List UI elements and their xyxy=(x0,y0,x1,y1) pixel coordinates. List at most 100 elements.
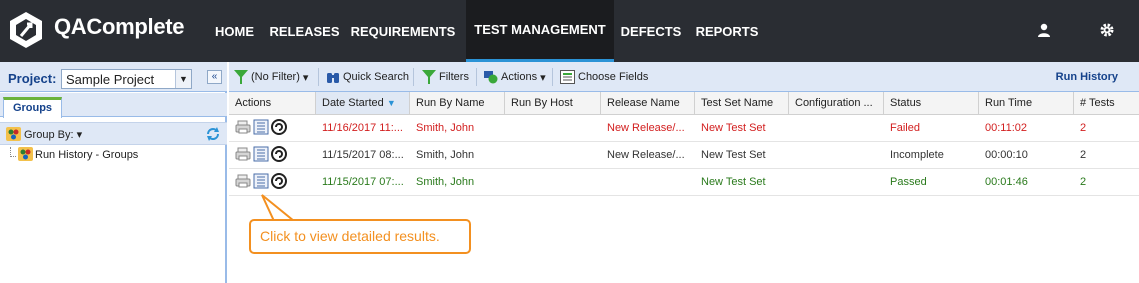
column-header-run-by-host[interactable]: Run By Host xyxy=(505,92,601,115)
cell-status: Failed xyxy=(890,122,920,134)
cell-tests: 2 xyxy=(1080,176,1087,188)
print-icon[interactable] xyxy=(235,146,251,162)
column-header-tests[interactable]: # Tests xyxy=(1074,92,1139,115)
view-details-icon[interactable] xyxy=(253,146,269,162)
toolbar-divider xyxy=(318,68,319,86)
choose-fields-icon xyxy=(560,70,575,84)
group-by-bar: Group By: ▾ xyxy=(0,122,227,145)
column-header-run-time[interactable]: Run Time xyxy=(979,92,1074,115)
column-header-status[interactable]: Status xyxy=(884,92,979,115)
quick-search-label: Quick Search xyxy=(343,71,410,83)
cell-run-time: 00:00:10 xyxy=(985,149,1028,161)
rerun-icon[interactable] xyxy=(271,173,287,189)
filters-button[interactable]: Filters xyxy=(422,70,469,84)
chevron-down-icon: ▾ xyxy=(540,71,546,84)
filters-label: Filters xyxy=(439,71,469,83)
cell-test-set-name: New Test Set xyxy=(701,149,766,161)
filter-icon xyxy=(422,70,436,84)
nav-test-management[interactable]: TEST MANAGEMENT xyxy=(466,0,614,62)
cell-status: Incomplete xyxy=(890,149,944,161)
top-navigation-bar: QAComplete HOME RELEASES REQUIREMENTS TE… xyxy=(0,0,1139,62)
cell-tests: 2 xyxy=(1080,149,1087,161)
cell-run-by-name: Smith, John xyxy=(416,122,475,134)
cell-configuration xyxy=(789,115,884,142)
row-actions xyxy=(229,142,316,169)
cell-configuration xyxy=(789,169,884,196)
collapse-panel-button[interactable]: « xyxy=(207,70,222,84)
cell-status: Passed xyxy=(890,176,927,188)
column-header-configuration[interactable]: Configuration ... xyxy=(789,92,884,115)
column-header-test-set-name[interactable]: Test Set Name xyxy=(695,92,789,115)
cell-run-time: 00:01:46 xyxy=(985,176,1028,188)
cell-test-set-name: New Test Set xyxy=(701,176,766,188)
toolbar-divider xyxy=(413,68,414,86)
group-by-dropdown[interactable]: Group By: ▾ xyxy=(24,128,82,141)
nav-requirements[interactable]: REQUIREMENTS xyxy=(348,0,458,62)
groups-icon xyxy=(6,127,21,141)
actions-dropdown[interactable]: Actions ▾ xyxy=(484,70,546,84)
cell-test-set-name: New Test Set xyxy=(701,122,766,134)
toolbar-divider xyxy=(552,68,553,86)
project-label: Project: xyxy=(8,71,57,86)
view-details-icon[interactable] xyxy=(253,119,269,135)
toolbar-divider xyxy=(476,68,477,86)
column-header-release-name[interactable]: Release Name xyxy=(601,92,695,115)
print-icon[interactable] xyxy=(235,119,251,135)
filter-label: (No Filter) xyxy=(251,71,300,83)
cell-run-by-name: Smith, John xyxy=(416,176,475,188)
chevron-down-icon[interactable]: ▼ xyxy=(175,70,191,88)
nav-home[interactable]: HOME xyxy=(208,0,261,62)
tree-item-label: Run History - Groups xyxy=(35,149,139,161)
refresh-icon[interactable] xyxy=(205,126,221,142)
project-select[interactable]: Sample Project ▼ xyxy=(61,69,192,89)
nav-releases[interactable]: RELEASES xyxy=(269,0,340,62)
actions-label: Actions xyxy=(501,71,538,83)
project-select-value: Sample Project xyxy=(66,72,155,87)
column-header-date-started[interactable]: Date Started ▼ xyxy=(316,92,410,115)
row-actions xyxy=(229,115,316,142)
quick-search-button[interactable]: Quick Search xyxy=(326,70,409,84)
cell-configuration xyxy=(789,142,884,169)
rerun-icon[interactable] xyxy=(271,119,287,135)
brand-name: QAComplete xyxy=(54,14,185,39)
tree-connector xyxy=(10,147,16,157)
column-header-actions[interactable]: Actions xyxy=(229,92,316,115)
rerun-icon[interactable] xyxy=(271,146,287,162)
cell-run-by-host xyxy=(505,115,601,142)
choose-fields-label: Choose Fields xyxy=(578,71,649,83)
tab-groups[interactable]: Groups xyxy=(3,97,62,118)
cell-date-started: 11/16/2017 11:... xyxy=(322,122,403,134)
table-row[interactable]: 11/15/2017 07:... Smith, John New Test S… xyxy=(229,169,1139,196)
choose-fields-button[interactable]: Choose Fields xyxy=(560,70,648,84)
groups-icon xyxy=(18,147,33,161)
cell-release-name: New Release/... xyxy=(607,149,685,161)
table-row[interactable]: 11/15/2017 08:... Smith, John New Releas… xyxy=(229,142,1139,169)
column-header-run-by-name[interactable]: Run By Name xyxy=(410,92,505,115)
view-details-icon[interactable] xyxy=(253,173,269,189)
binoculars-icon xyxy=(327,73,339,83)
cell-date-started: 11/15/2017 07:... xyxy=(322,176,404,188)
cell-release-name: New Release/... xyxy=(607,122,685,134)
cell-run-by-name: Smith, John xyxy=(416,149,475,161)
table-row[interactable]: 11/16/2017 11:... Smith, John New Releas… xyxy=(229,115,1139,142)
filter-dropdown[interactable]: (No Filter) ▾ xyxy=(234,70,308,84)
project-bar: Project: Sample Project ▼ « xyxy=(0,62,227,92)
grid-toolbar: (No Filter) ▾ Quick Search Filters Action… xyxy=(229,62,1139,92)
panel-tab-strip: Groups xyxy=(0,93,227,118)
view-title: Run History xyxy=(1055,71,1118,83)
nav-reports[interactable]: REPORTS xyxy=(693,0,761,62)
actions-icon xyxy=(484,71,498,84)
cell-run-by-host xyxy=(505,142,601,169)
row-actions xyxy=(229,169,316,196)
group-by-label: Group By: xyxy=(24,129,74,141)
qacomplete-logo-icon xyxy=(10,12,42,48)
cell-run-by-host xyxy=(505,169,601,196)
sort-descending-icon: ▼ xyxy=(386,98,396,108)
column-header-label: Date Started xyxy=(322,97,384,109)
user-icon[interactable] xyxy=(1036,22,1052,38)
nav-defects[interactable]: DEFECTS xyxy=(620,0,682,62)
print-icon[interactable] xyxy=(235,173,251,189)
cell-run-time: 00:11:02 xyxy=(985,122,1028,134)
filter-icon xyxy=(234,70,248,84)
gear-icon[interactable] xyxy=(1099,22,1115,38)
